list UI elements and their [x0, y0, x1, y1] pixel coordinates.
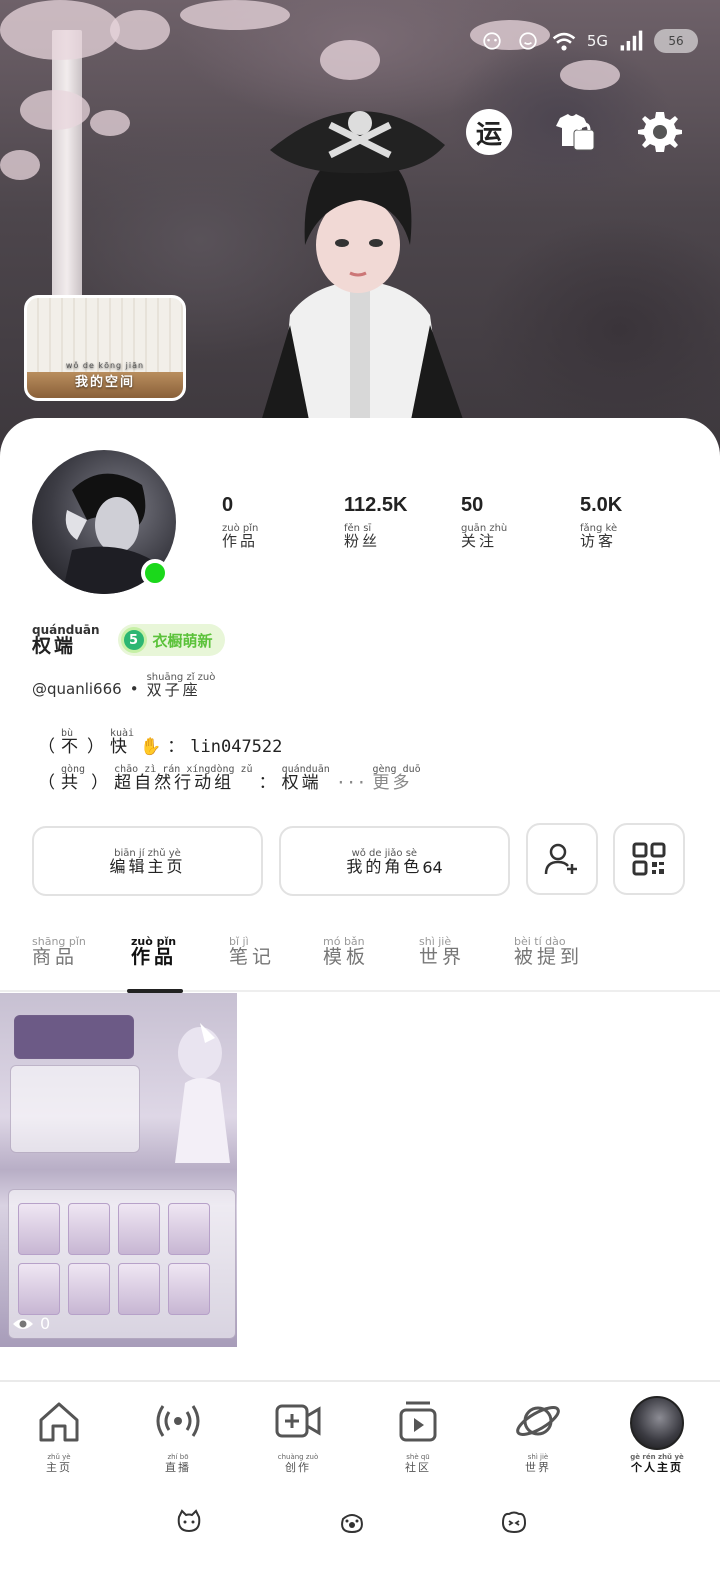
profile-screen: wǒ de kōng jiān 我的空间 5G 56 运 0 zuò pǐn 作…	[0, 0, 720, 1575]
blossom	[0, 150, 40, 180]
bio-id: lin047522	[190, 737, 283, 757]
bio-more-link[interactable]: gèng duō 更多	[372, 764, 420, 792]
planet-icon	[516, 1406, 560, 1436]
handle-row: @quanli666 • shuāng zǐ zuò 双子座	[32, 672, 215, 698]
thumb-card	[18, 1263, 60, 1315]
stat-fans[interactable]: 112.5K fěn sī 粉丝	[344, 494, 407, 549]
work-thumbnail[interactable]: 0	[0, 993, 237, 1347]
content-tabs: shāng pǐn 商品 zuò pǐn 作品 bǐ jì 笔记 mó bǎn 模板 s…	[0, 935, 720, 992]
tab-notes[interactable]: bǐ jì 笔记	[229, 935, 275, 968]
my-roles-button[interactable]: wǒ de jiǎo sè 我的角色 64	[279, 826, 510, 896]
thumb-panel	[14, 1015, 134, 1059]
add-friend-button[interactable]	[526, 823, 598, 895]
face-status-icon	[519, 32, 537, 50]
thumb-card	[68, 1263, 110, 1315]
cat-face-icon[interactable]	[174, 1507, 204, 1537]
stat-works[interactable]: 0 zuò pǐn 作品	[222, 494, 258, 549]
user-handle: @quanli666	[32, 680, 122, 698]
create-video-icon	[275, 1404, 321, 1438]
nav-live[interactable]: zhí bō 直播	[128, 1396, 228, 1473]
blossom	[180, 0, 290, 30]
tab-products[interactable]: shāng pǐn 商品	[32, 935, 86, 968]
broadcast-icon	[156, 1405, 200, 1437]
username: quánduān 权端	[32, 623, 100, 658]
background-post	[52, 30, 82, 320]
thumb-card	[118, 1203, 160, 1255]
network-type: 5G	[586, 32, 608, 50]
profile-stats: 0 zuò pǐn 作品 112.5K fěn sī 粉丝 50 guān zhù 关…	[222, 494, 642, 564]
handle-separator: •	[129, 680, 139, 698]
bio-line-2: （ gòng 共 ） chāo zì rán xíngdòng zǔ 超自然行动组 …	[38, 764, 421, 793]
thumb-panel	[10, 1065, 140, 1153]
thumb-card	[118, 1263, 160, 1315]
header-actions: 运	[466, 108, 684, 156]
qr-code-icon	[632, 842, 666, 876]
thumb-card	[18, 1203, 60, 1255]
profile-background: wǒ de kōng jiān 我的空间	[0, 0, 720, 470]
nav-create[interactable]: chuàng zuò 创作	[248, 1396, 348, 1473]
tab-works[interactable]: zuò pǐn 作品	[131, 935, 177, 968]
my-space-card[interactable]: wǒ de kōng jiān 我的空间	[24, 295, 186, 401]
avatar	[630, 1396, 684, 1450]
thumb-card	[168, 1263, 210, 1315]
pet-status-icon	[483, 32, 501, 50]
stat-following[interactable]: 50 guān zhù 关注	[461, 494, 507, 549]
blossom	[560, 60, 620, 90]
blossom	[0, 0, 120, 60]
thumb-character	[175, 1023, 230, 1163]
wardrobe-shop-icon[interactable]	[550, 108, 598, 156]
eye-icon	[13, 1318, 33, 1329]
name-row: quánduān 权端 5 衣橱萌新	[32, 623, 225, 658]
tab-mentioned[interactable]: bèi tí dào 被提到	[514, 935, 583, 968]
roles-count: 64	[422, 857, 443, 877]
frog-face-icon[interactable]	[499, 1507, 529, 1537]
blossom	[110, 10, 170, 50]
status-bar: 5G 56	[479, 28, 698, 54]
paw-icon[interactable]	[337, 1507, 367, 1537]
qr-code-button[interactable]	[613, 823, 685, 895]
blossom	[20, 90, 90, 130]
stat-visitors[interactable]: 5.0K fǎng kè 访客	[580, 494, 622, 549]
bottom-nav: zhǔ yè 主页 zhí bō 直播 chuàng zuò 创作 shè qū 社区 …	[0, 1380, 720, 1490]
edit-profile-button[interactable]: biān jí zhǔ yè 编辑主页	[32, 826, 263, 896]
tab-world[interactable]: shì jiè 世界	[419, 935, 465, 968]
bio-line-1: （ bù 不 ） kuài 快 ✋ ： lin047522	[38, 728, 283, 757]
badge-level-number: 5	[120, 627, 147, 654]
my-space-label: wǒ de kōng jiān 我的空间	[65, 361, 145, 390]
nav-profile[interactable]: gè rén zhǔ yè 个人主页	[607, 1396, 707, 1473]
home-icon	[39, 1402, 79, 1442]
view-count: 0	[12, 1314, 50, 1333]
level-badge[interactable]: 5 衣橱萌新	[117, 624, 225, 657]
signal-icon	[620, 30, 643, 51]
online-status-dot	[141, 559, 169, 587]
thumb-card	[168, 1203, 210, 1255]
tab-templates[interactable]: mó bǎn 模板	[323, 935, 369, 968]
thumb-card	[68, 1203, 110, 1255]
constellation: shuāng zǐ zuò 双子座	[146, 672, 216, 699]
community-icon	[399, 1401, 437, 1442]
settings-gear-icon[interactable]	[636, 108, 684, 156]
hand-emoji: ✋	[140, 737, 162, 757]
system-navigation-bar	[0, 1495, 720, 1555]
bio: （ bù 不 ） kuài 快 ✋ ： lin047522 （ gòng 共 ） ch…	[38, 728, 421, 800]
nav-community[interactable]: shè qū 社区	[368, 1396, 468, 1473]
character-avatar[interactable]	[250, 95, 470, 425]
nav-home[interactable]: zhǔ yè 主页	[9, 1396, 109, 1473]
blossom	[90, 110, 130, 136]
nav-world[interactable]: shì jiè 世界	[488, 1396, 588, 1473]
badge-title: 衣橱萌新	[152, 631, 213, 650]
wifi-icon	[552, 32, 576, 51]
battery-indicator: 56	[654, 29, 698, 53]
run-button[interactable]: 运	[466, 109, 512, 155]
add-user-icon	[544, 843, 577, 875]
blossom	[320, 40, 380, 80]
